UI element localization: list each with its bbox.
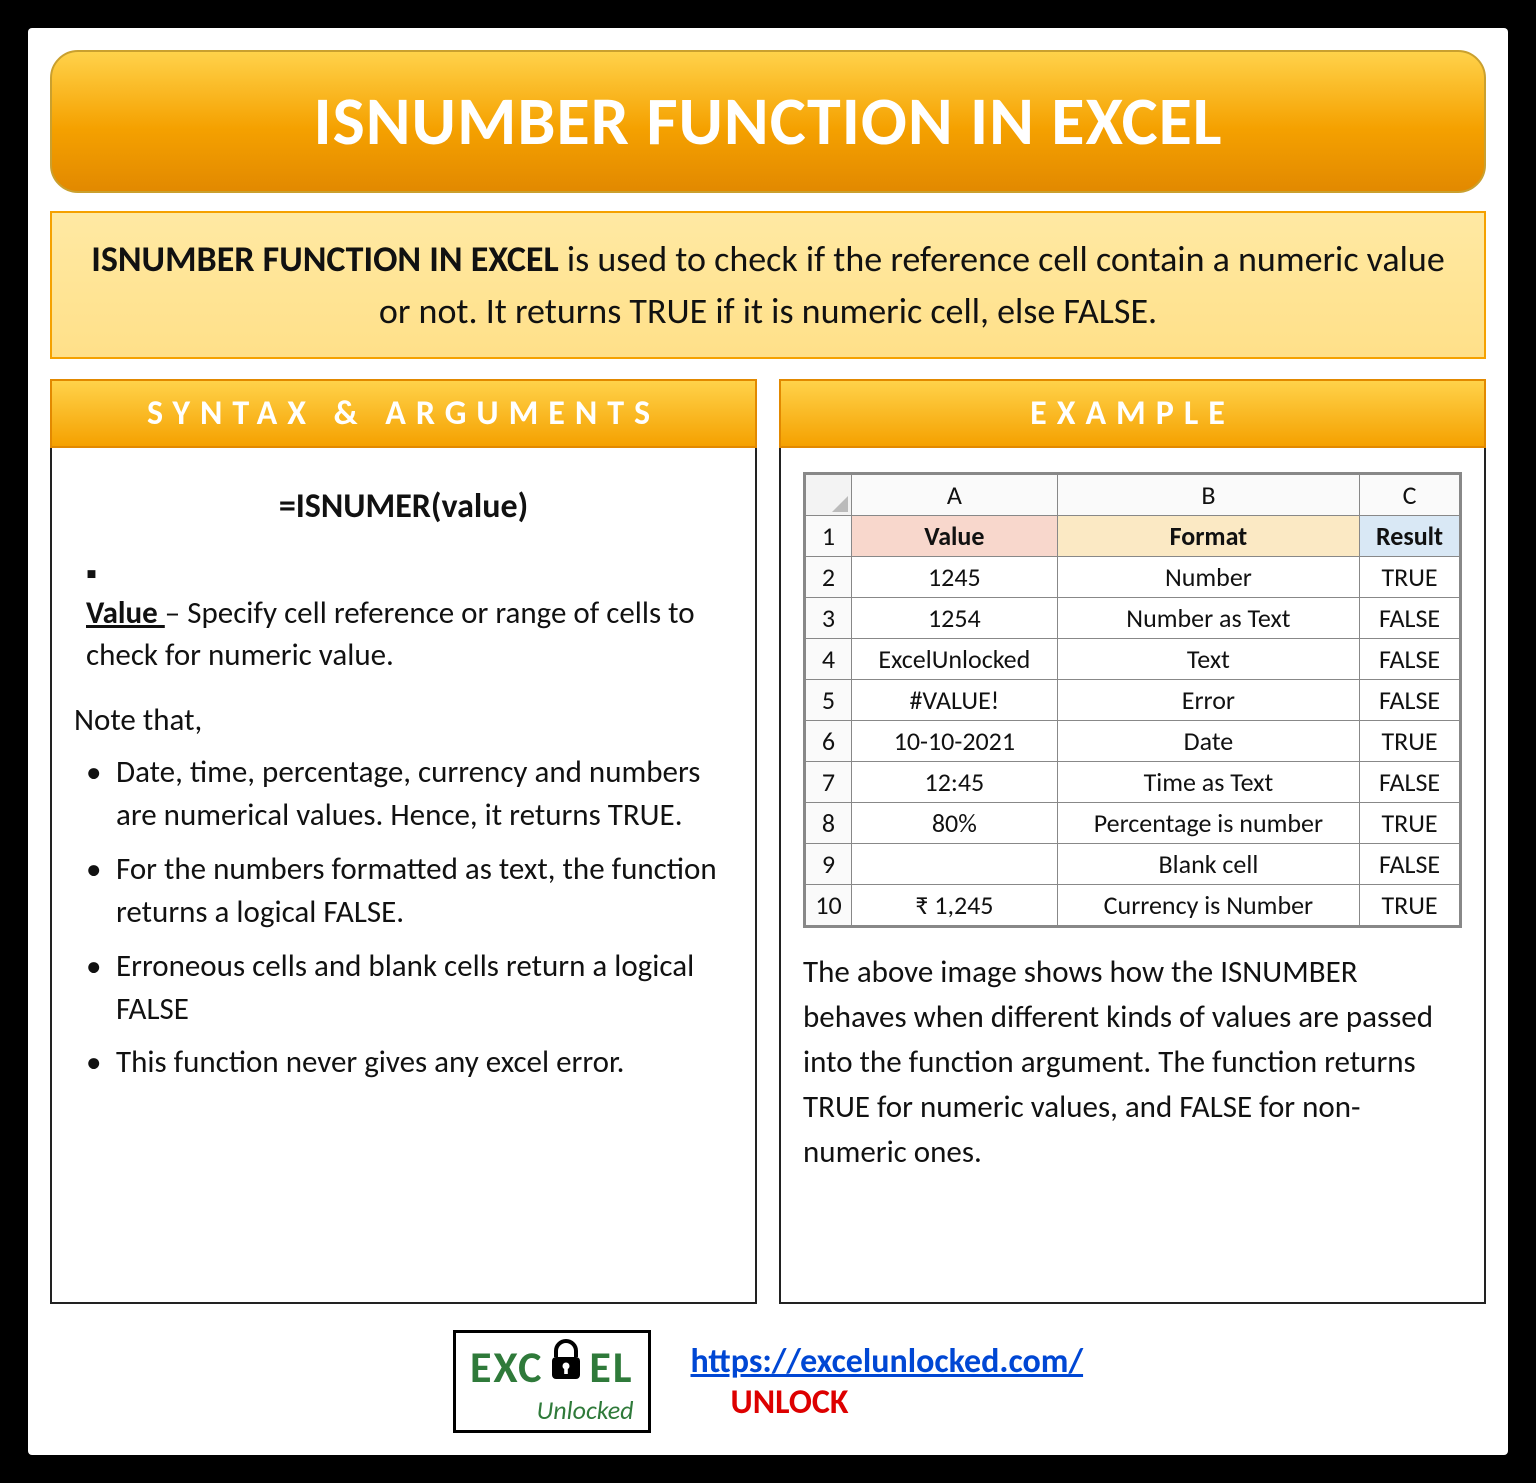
example-body: A B C 1 Value Format Result 21245NumberT… [779,448,1486,1304]
argument-detail: – Specify cell reference or range of cel… [86,594,695,674]
intro-description: ISNUMBER FUNCTION IN EXCEL is used to ch… [50,211,1486,359]
example-table-wrapper: A B C 1 Value Format Result 21245NumberT… [803,472,1462,928]
cell-result: TRUE [1360,885,1460,926]
cell-value: 12:45 [852,762,1058,803]
cell-value [852,844,1058,885]
argument-name: Value [86,594,165,632]
table-row: 1 Value Format Result [806,516,1460,557]
note-item: •This function never gives any excel err… [86,1041,733,1084]
logo-text-right: EL [589,1340,633,1394]
table-row: 712:45Time as TextFALSE [806,762,1460,803]
table-row: 4ExcelUnlockedTextFALSE [806,639,1460,680]
syntax-column: SYNTAX & ARGUMENTS =ISNUMER(value) ▪ Val… [50,379,757,1304]
header-format: Format [1057,516,1359,557]
row-number: 6 [806,721,852,762]
two-column-layout: SYNTAX & ARGUMENTS =ISNUMER(value) ▪ Val… [50,379,1486,1304]
cell-format: Number [1057,557,1359,598]
bullet-dot-icon: • [86,1041,116,1084]
bullet-dot-icon: • [86,751,116,838]
note-text: Erroneous cells and blank cells return a… [116,945,733,1032]
syntax-heading: SYNTAX & ARGUMENTS [50,379,757,448]
cell-result: FALSE [1360,762,1460,803]
row-number: 8 [806,803,852,844]
notes-list: •Date, time, percentage, currency and nu… [74,751,733,1085]
header-result: Result [1360,516,1460,557]
example-column: EXAMPLE A B C 1 Value Format [779,379,1486,1304]
cell-result: TRUE [1360,557,1460,598]
note-item: •Date, time, percentage, currency and nu… [86,751,733,838]
syntax-formula: =ISNUMER(value) [74,486,733,527]
note-item: •For the numbers formatted as text, the … [86,848,733,935]
cell-result: TRUE [1360,803,1460,844]
cell-value: ExcelUnlocked [852,639,1058,680]
cell-value: #VALUE! [852,680,1058,721]
syntax-body: =ISNUMER(value) ▪ Value – Specify cell r… [50,448,757,1304]
row-number: 7 [806,762,852,803]
row-number: 3 [806,598,852,639]
row-number: 5 [806,680,852,721]
col-header-a: A [852,475,1058,516]
cell-value: 1254 [852,598,1058,639]
document-canvas: ISNUMBER FUNCTION IN EXCEL ISNUMBER FUNC… [28,28,1508,1455]
table-row: 21245NumberTRUE [806,557,1460,598]
table-header-row: A B C [806,475,1460,516]
example-table: A B C 1 Value Format Result 21245NumberT… [805,474,1460,926]
logo-subtext: Unlocked [470,1394,634,1426]
cell-value: 80% [852,803,1058,844]
cell-result: FALSE [1360,598,1460,639]
table-row: 610-10-2021DateTRUE [806,721,1460,762]
cell-format: Number as Text [1057,598,1359,639]
row-number: 9 [806,844,852,885]
table-row: 5#VALUE!ErrorFALSE [806,680,1460,721]
note-item: •Erroneous cells and blank cells return … [86,945,733,1032]
cell-result: FALSE [1360,680,1460,721]
page-title: ISNUMBER FUNCTION IN EXCEL [50,50,1486,193]
cell-format: Percentage is number [1057,803,1359,844]
square-bullet-icon: ▪ [86,555,112,593]
argument-description: ▪ Value – Specify cell reference or rang… [86,555,733,677]
cell-value: 1245 [852,557,1058,598]
cell-format: Error [1057,680,1359,721]
logo-text-left: EXC [470,1340,543,1394]
cell-format: Date [1057,721,1359,762]
cell-value: ₹ 1,245 [852,885,1058,926]
cell-format: Time as Text [1057,762,1359,803]
bullet-dot-icon: • [86,945,116,1032]
cell-format: Currency is Number [1057,885,1359,926]
note-text: Date, time, percentage, currency and num… [116,751,733,838]
note-lead: Note that, [74,701,733,739]
row-number: 1 [806,516,852,557]
row-number: 4 [806,639,852,680]
note-text: This function never gives any excel erro… [116,1041,625,1084]
footer: EXC EL Unlocked https://excelunlocked.co… [50,1330,1486,1433]
table-row: 9 Blank cellFALSE [806,844,1460,885]
intro-strong: ISNUMBER FUNCTION IN EXCEL [91,237,558,281]
row-number: 2 [806,557,852,598]
table-row: 10₹ 1,245Currency is NumberTRUE [806,885,1460,926]
unlock-label: UNLOCK [691,1382,1084,1423]
cell-result: TRUE [1360,721,1460,762]
col-header-c: C [1360,475,1460,516]
brand-logo: EXC EL Unlocked [453,1330,651,1433]
logo-top-line: EXC EL [470,1339,634,1394]
cell-result: FALSE [1360,639,1460,680]
cell-format: Text [1057,639,1359,680]
note-text: For the numbers formatted as text, the f… [116,848,733,935]
table-row: 880%Percentage is numberTRUE [806,803,1460,844]
select-all-corner [806,475,852,516]
argument-text: Value – Specify cell reference or range … [86,593,703,677]
bullet-dot-icon: • [86,848,116,935]
col-header-b: B [1057,475,1359,516]
table-row: 31254Number as TextFALSE [806,598,1460,639]
cell-value: 10-10-2021 [852,721,1058,762]
cell-result: FALSE [1360,844,1460,885]
footer-text-block: https://excelunlocked.com/ UNLOCK [691,1341,1084,1423]
row-number: 10 [806,885,852,926]
padlock-icon [547,1339,585,1394]
example-caption: The above image shows how the ISNUMBER b… [803,950,1462,1175]
site-url-link[interactable]: https://excelunlocked.com/ [691,1341,1084,1382]
cell-format: Blank cell [1057,844,1359,885]
example-heading: EXAMPLE [779,379,1486,448]
header-value: Value [852,516,1058,557]
